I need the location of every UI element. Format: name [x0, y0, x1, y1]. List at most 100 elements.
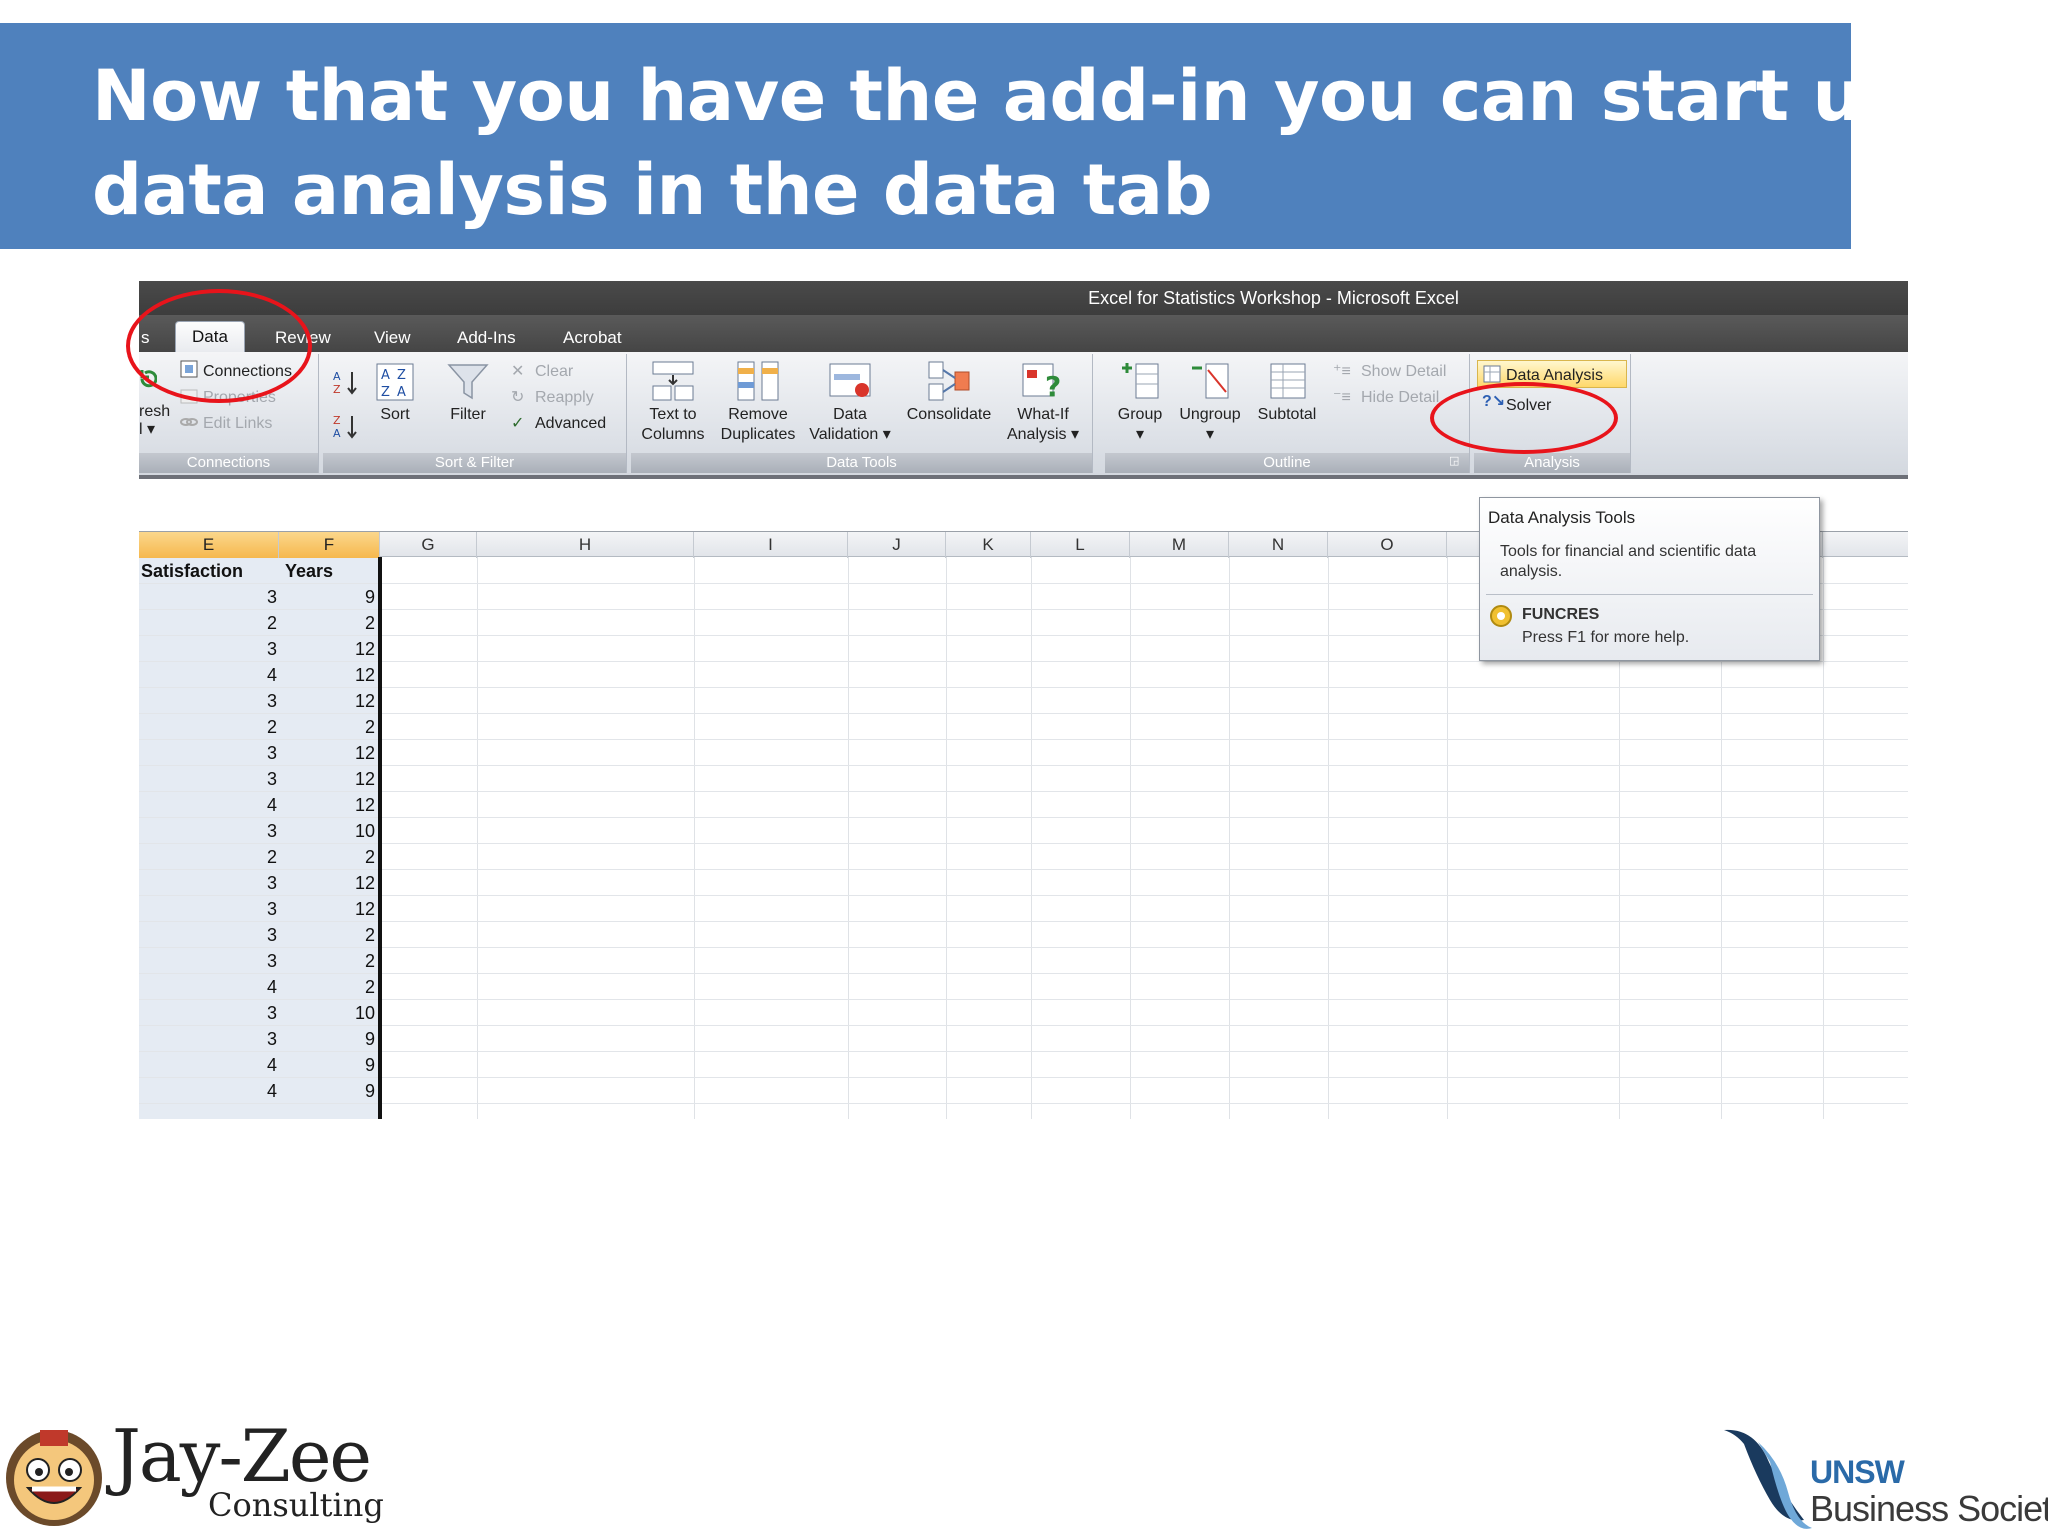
cell-satisfaction[interactable]: 4 — [139, 1052, 277, 1078]
cell-years[interactable]: 12 — [279, 662, 375, 688]
cell-satisfaction[interactable]: 3 — [139, 870, 277, 896]
cell-years[interactable]: 9 — [279, 1026, 375, 1052]
cell-years[interactable]: 10 — [279, 818, 375, 844]
tab-addins[interactable]: Add-Ins — [457, 323, 516, 352]
sort-az-icon[interactable]: AZ — [333, 368, 359, 396]
column-header-e[interactable]: E — [139, 532, 279, 558]
cell-satisfaction[interactable]: 3 — [139, 922, 277, 948]
gridline — [848, 557, 849, 1119]
cell-years[interactable]: 12 — [279, 870, 375, 896]
hide-detail-button[interactable]: Hide Detail — [1361, 388, 1439, 407]
tab-acrobat[interactable]: Acrobat — [563, 323, 622, 352]
cell-years[interactable]: 12 — [279, 636, 375, 662]
cell-satisfaction[interactable]: 2 — [139, 610, 277, 636]
tooltip-title: Data Analysis Tools — [1488, 508, 1636, 527]
tooltip-separator — [1486, 594, 1813, 595]
svg-text:A: A — [381, 368, 390, 383]
row-gridline — [139, 791, 1908, 792]
ribbon-tabs: s Data Review View Add-Ins Acrobat — [139, 315, 1908, 352]
consolidate-button[interactable]: Consolidate — [899, 360, 999, 425]
cell-years[interactable]: 10 — [279, 1000, 375, 1026]
cell-satisfaction[interactable]: 3 — [139, 1026, 277, 1052]
cell-years[interactable]: 12 — [279, 792, 375, 818]
column-header-n[interactable]: N — [1229, 532, 1328, 558]
row-gridline — [139, 765, 1908, 766]
slide: Now that you have the add-in you can sta… — [0, 0, 2048, 1537]
cell-years[interactable]: 2 — [279, 844, 375, 870]
cell-satisfaction[interactable]: 2 — [139, 714, 277, 740]
column-header-k[interactable]: K — [946, 532, 1031, 558]
ungroup-label: Ungroup — [1179, 406, 1241, 423]
column-header-g[interactable]: G — [380, 532, 477, 558]
advanced-button[interactable]: Advanced — [535, 414, 606, 433]
sort-button[interactable]: AZZA Sort — [371, 362, 419, 425]
cell-satisfaction[interactable]: 4 — [139, 662, 277, 688]
column-header-l[interactable]: L — [1031, 532, 1130, 558]
cell-years[interactable]: 9 — [279, 1052, 375, 1078]
cell-satisfaction[interactable]: 3 — [139, 948, 277, 974]
cell-years[interactable]: 2 — [279, 610, 375, 636]
cell-satisfaction[interactable]: 3 — [139, 636, 277, 662]
text-to-columns-button[interactable]: Text to Columns — [635, 360, 711, 445]
remove-duplicates-button[interactable]: Remove Duplicates — [715, 360, 801, 445]
ungroup-dropdown: ▾ — [1205, 426, 1215, 443]
sort-icon: A ZZ A — [376, 363, 414, 401]
reapply-button[interactable]: Reapply — [535, 388, 594, 407]
cell-years[interactable]: 12 — [279, 688, 375, 714]
show-detail-button[interactable]: Show Detail — [1361, 362, 1446, 381]
clear-button[interactable]: Clear — [535, 362, 573, 381]
cell-years[interactable]: 12 — [279, 766, 375, 792]
cell-satisfaction[interactable]: 3 — [139, 766, 277, 792]
outline-dialog-launcher-icon[interactable]: ◲ — [1449, 452, 1459, 471]
group-button[interactable]: Group ▾ — [1109, 360, 1171, 445]
cell-years[interactable]: 2 — [279, 922, 375, 948]
column-header-i[interactable]: I — [694, 532, 848, 558]
cell-years[interactable]: 12 — [279, 740, 375, 766]
header-satisfaction[interactable]: Satisfaction — [141, 558, 243, 584]
text-to-columns-label-1: Text to — [649, 406, 697, 423]
group-label: Group — [1117, 406, 1163, 423]
cell-years[interactable]: 9 — [279, 1078, 375, 1104]
cell-satisfaction[interactable]: 4 — [139, 1078, 277, 1104]
cell-years[interactable]: 2 — [279, 948, 375, 974]
cell-satisfaction[interactable]: 3 — [139, 688, 277, 714]
cell-satisfaction[interactable]: 3 — [139, 896, 277, 922]
header-years[interactable]: Years — [285, 558, 333, 584]
cell-years[interactable]: 12 — [279, 896, 375, 922]
column-header-h[interactable]: H — [477, 532, 694, 558]
cell-satisfaction[interactable]: 3 — [139, 818, 277, 844]
filter-icon — [447, 364, 489, 400]
cell-satisfaction[interactable]: 2 — [139, 844, 277, 870]
column-header-f[interactable]: F — [279, 532, 380, 558]
reapply-icon: ↻ — [511, 389, 525, 406]
filter-button[interactable]: Filter — [441, 362, 495, 425]
cell-satisfaction[interactable]: 3 — [139, 1000, 277, 1026]
what-if-analysis-button[interactable]: ? What-If Analysis ▾ — [1003, 360, 1083, 445]
cell-satisfaction[interactable]: 4 — [139, 974, 277, 1000]
cell-satisfaction[interactable]: 3 — [139, 740, 277, 766]
logo-sub: Consulting — [208, 1486, 384, 1524]
tab-view[interactable]: View — [374, 323, 411, 352]
data-validation-button[interactable]: Data Validation ▾ — [803, 360, 897, 445]
cell-satisfaction[interactable]: 3 — [139, 584, 277, 610]
window-title: Excel for Statistics Workshop - Microsof… — [139, 281, 1908, 315]
svg-text:Z: Z — [381, 385, 390, 400]
addin-gear-icon — [1490, 605, 1512, 627]
refresh-all-dropdown[interactable]: l ▾ — [139, 420, 155, 439]
cell-years[interactable]: 2 — [279, 714, 375, 740]
column-header-o[interactable]: O — [1328, 532, 1447, 558]
subtotal-button[interactable]: Subtotal — [1251, 360, 1323, 425]
refresh-all-partial[interactable]: resh — [139, 402, 170, 421]
cell-years[interactable]: 2 — [279, 974, 375, 1000]
column-header-j[interactable]: J — [848, 532, 946, 558]
group-outline: Group ▾ Ungroup ▾ Subtotal ⁺≡ Show Detai… — [1105, 354, 1470, 473]
ungroup-button[interactable]: Ungroup ▾ — [1173, 360, 1247, 445]
cell-satisfaction[interactable]: 4 — [139, 792, 277, 818]
cell-years[interactable]: 9 — [279, 584, 375, 610]
svg-text:Z: Z — [397, 368, 406, 383]
ribbon: resh l ▾ Connections Properties Edit Lin… — [139, 352, 1908, 479]
sort-za-icon[interactable]: ZA — [333, 412, 359, 440]
group-sort-filter: AZ ZA AZZA Sort Filter ✕ Clear ↻ Reapply… — [323, 354, 627, 473]
column-header-m[interactable]: M — [1130, 532, 1229, 558]
edit-links-button[interactable]: Edit Links — [203, 414, 272, 433]
